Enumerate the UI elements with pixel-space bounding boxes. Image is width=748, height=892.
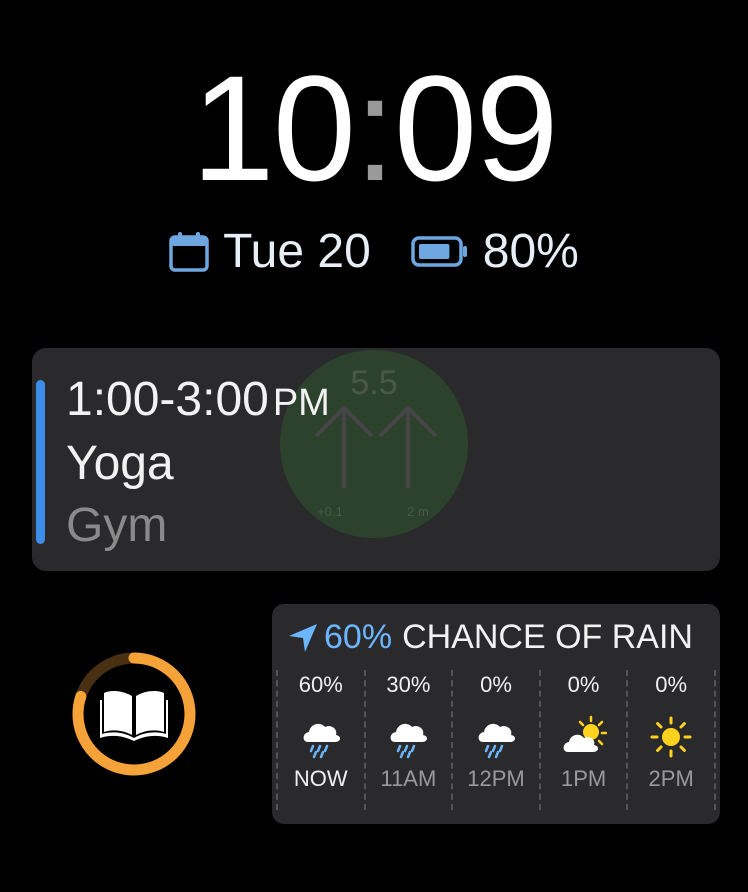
hour-rain-percent: 60% xyxy=(298,672,343,697)
rain-chance: 60% xyxy=(324,618,393,656)
hour-rain-percent: 0% xyxy=(480,672,512,697)
rain-cloud-icon xyxy=(391,723,428,759)
clock-minutes: 09 xyxy=(393,44,559,212)
rain-cloud-icon xyxy=(303,723,340,759)
calendar-event-card[interactable]: 5.5 +0.1 2 m 1:00-3:00 PM Yoga Gym xyxy=(32,348,720,571)
overlay-left-label: +0.1 xyxy=(317,504,343,519)
hour-rain-percent: 30% xyxy=(386,672,431,697)
weather-complication[interactable]: 60% CHANCE OF RAIN 60% NOW 30% 11AM 0% 1… xyxy=(272,604,720,824)
hour-label: 2PM xyxy=(648,766,694,791)
sun-icon xyxy=(650,716,692,758)
overlay-value: 5.5 xyxy=(350,364,397,402)
event-location: Gym xyxy=(66,499,168,552)
weather-header: 60% CHANCE OF RAIN xyxy=(286,618,693,657)
status-row: Tue 20 80% xyxy=(0,224,748,279)
hour-rain-percent: 0% xyxy=(567,672,600,697)
battery-complication[interactable]: 80% xyxy=(411,224,579,279)
event-time-range: 1:00-3:00 xyxy=(66,373,269,426)
calendar-icon xyxy=(169,231,209,273)
location-arrow-icon xyxy=(289,623,317,652)
hour-label: NOW xyxy=(293,766,348,791)
forecast-hour: 0% 2PM xyxy=(626,670,716,810)
overlay-right-label: 2 m xyxy=(407,504,429,519)
clock-hours: 10 xyxy=(191,44,356,212)
date-text: Tue 20 xyxy=(223,225,371,278)
partly-sunny-icon xyxy=(563,715,607,752)
forecast-hour: 60% NOW xyxy=(276,670,364,810)
hour-rain-percent: 0% xyxy=(655,672,688,697)
clock-separator: : xyxy=(354,44,396,212)
hour-label: 12PM xyxy=(467,766,525,791)
event-color-bar xyxy=(36,380,45,544)
forecast-hour: 0% 12PM xyxy=(451,670,539,810)
event-ampm: PM xyxy=(272,382,330,424)
forecast-hour: 30% 11AM xyxy=(363,670,452,810)
rain-label: CHANCE OF RAIN xyxy=(402,618,693,656)
event-title: Yoga xyxy=(66,437,174,490)
hour-label: 11AM xyxy=(380,766,437,791)
battery-icon xyxy=(411,235,469,269)
battery-percent: 80% xyxy=(482,225,579,278)
rain-cloud-icon xyxy=(478,723,516,759)
book-complication[interactable] xyxy=(70,650,198,778)
hourly-forecast: 60% NOW 30% 11AM 0% 12PM 0% 1PM 0% 2PM xyxy=(276,670,716,810)
clock-time: 10:09 xyxy=(0,48,748,208)
date-complication[interactable]: Tue 20 xyxy=(169,224,371,279)
hour-label: 1PM xyxy=(560,766,607,791)
event-time: 1:00-3:00 PM xyxy=(66,372,330,427)
forecast-hour: 0% 1PM xyxy=(538,670,627,810)
book-open-icon xyxy=(90,670,178,758)
